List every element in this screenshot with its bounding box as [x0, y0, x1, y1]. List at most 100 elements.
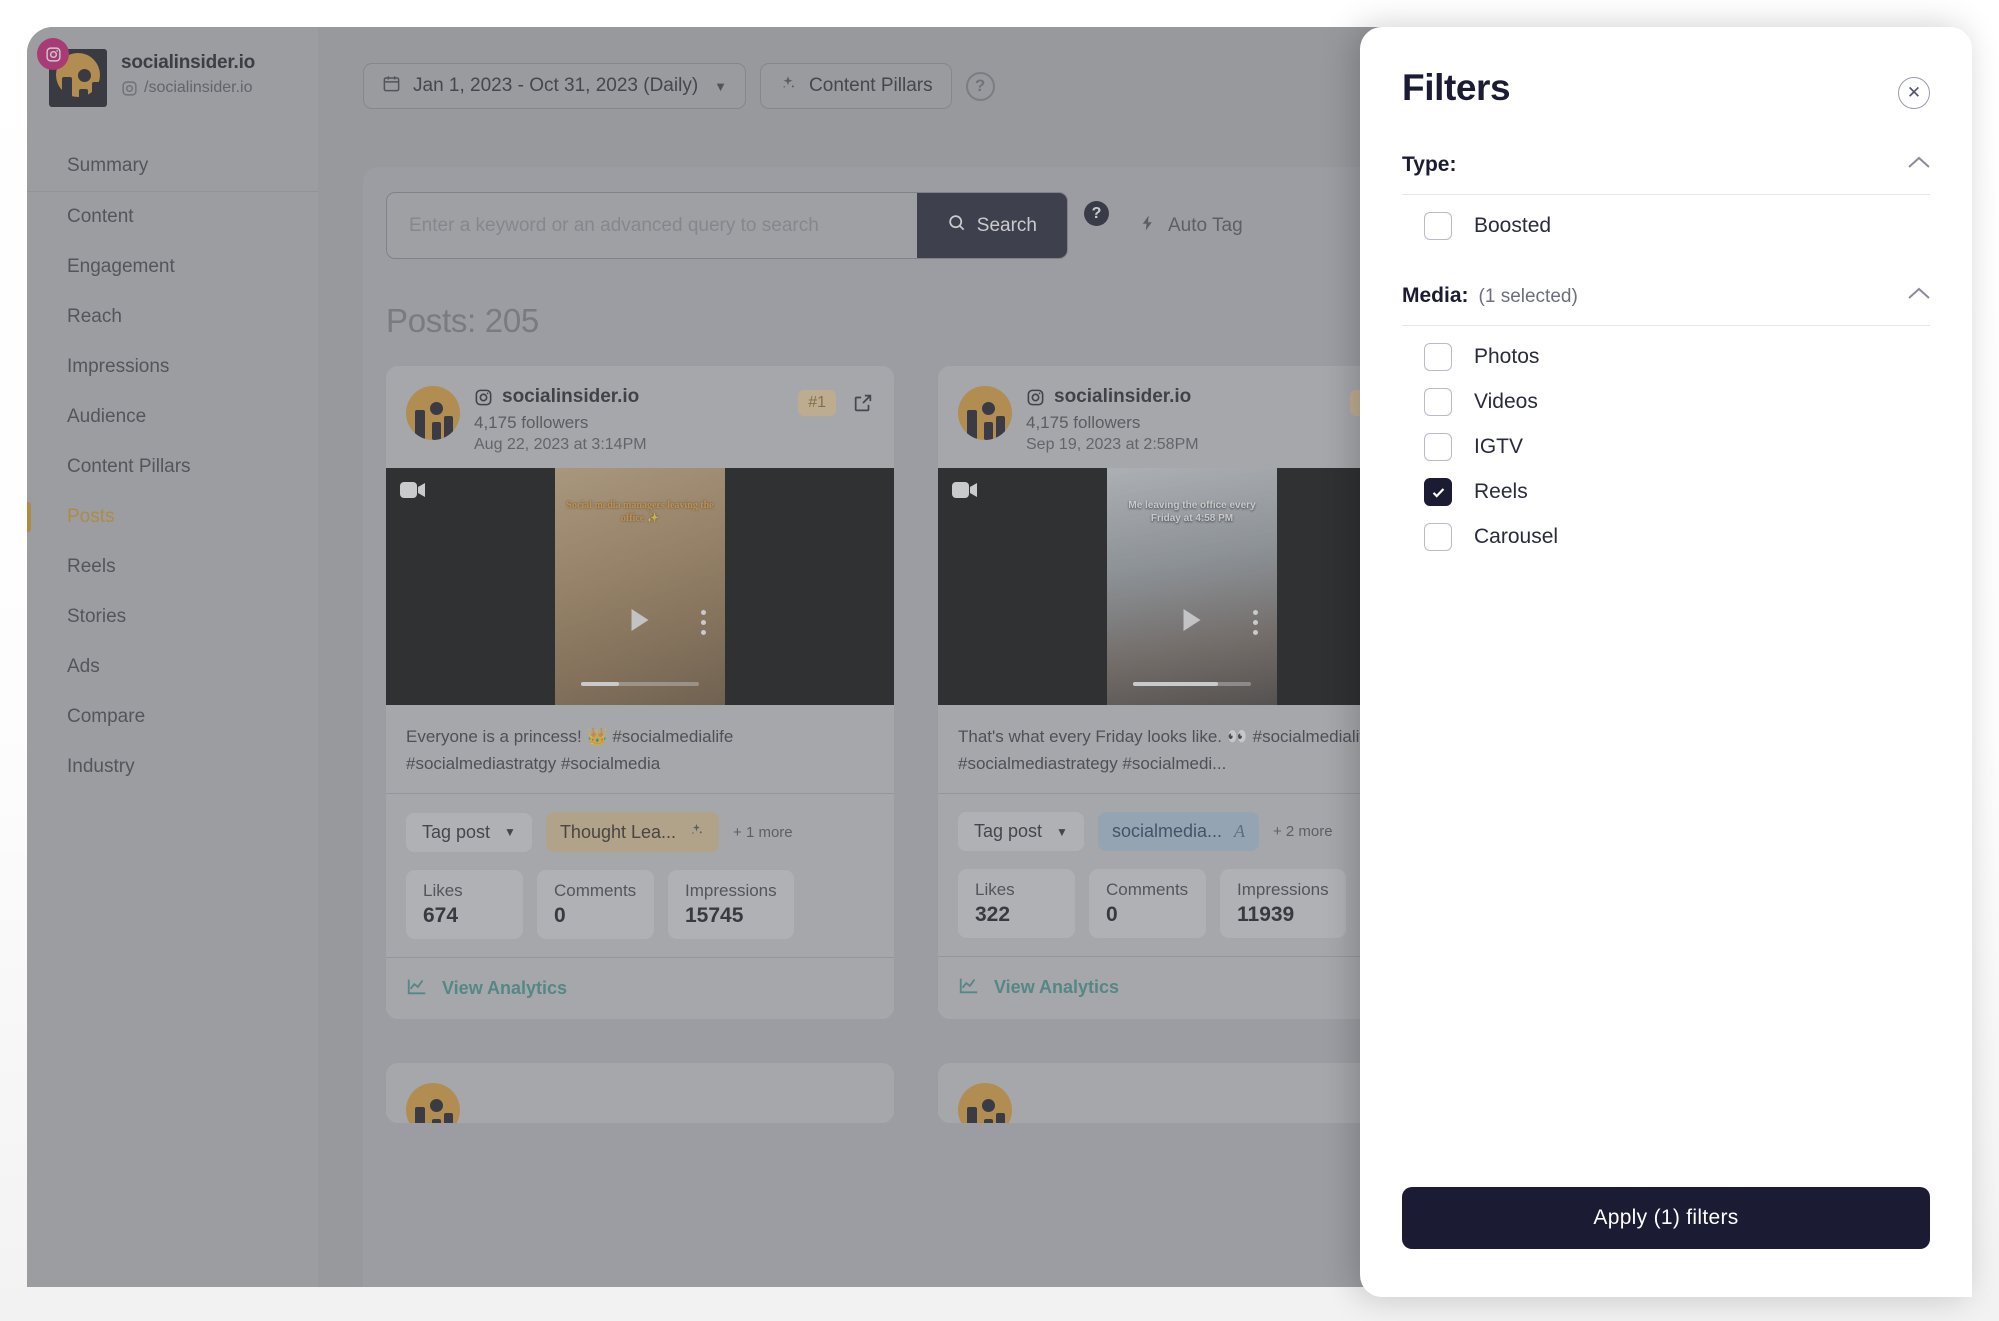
chevron-up-icon[interactable] [1908, 156, 1930, 174]
more-options-icon[interactable] [1253, 610, 1258, 640]
checkbox[interactable] [1424, 478, 1452, 506]
sidebar-item-posts[interactable]: Posts [27, 492, 318, 542]
instagram-icon [475, 389, 492, 405]
filter-section-header[interactable]: Media: (1 selected) [1402, 284, 1930, 326]
sidebar-item-label: Industry [67, 756, 135, 777]
filter-section-header[interactable]: Type: [1402, 153, 1930, 195]
sidebar-item-label: Reels [67, 556, 116, 577]
metric: Impressions 15745 [668, 870, 794, 940]
play-icon[interactable] [1183, 608, 1201, 631]
more-options-icon[interactable] [701, 610, 706, 640]
avatar [406, 1083, 460, 1124]
filter-option-boosted[interactable]: Boosted [1402, 195, 1930, 240]
date-range-picker[interactable]: Jan 1, 2023 - Oct 31, 2023 (Daily) ▼ [363, 63, 747, 109]
checkbox[interactable] [1424, 212, 1452, 240]
sparkle-icon [779, 74, 797, 98]
content-pillars-label: Content Pillars [809, 75, 933, 96]
brand-handle-text: /socialinsider.io [144, 79, 253, 96]
filter-option-reels[interactable]: Reels [1402, 461, 1930, 506]
instagram-icon [1027, 389, 1044, 405]
post-tag-chip[interactable]: Thought Lea... [545, 812, 720, 853]
post-thumbnail[interactable]: Social media managers leaving the office… [386, 468, 894, 705]
post-card[interactable] [386, 1063, 894, 1124]
search-input[interactable] [387, 193, 917, 258]
post-tag-row: Tag post ▼ Thought Lea... + 1 more [386, 794, 894, 870]
view-analytics-label: View Analytics [994, 977, 1120, 998]
help-icon[interactable]: ? [965, 71, 995, 101]
more-tags-label[interactable]: + 2 more [1273, 823, 1333, 840]
search-help-icon[interactable]: ? [1084, 201, 1109, 226]
avatar [406, 386, 460, 440]
sidebar-item-audience[interactable]: Audience [27, 392, 318, 442]
filters-title: Filters [1402, 67, 1511, 108]
filters-header: Filters ✕ [1402, 67, 1930, 109]
video-progress-bar[interactable] [1133, 682, 1251, 686]
filter-option-label: Carousel [1474, 525, 1559, 548]
page-title: Posts: 205 [386, 302, 539, 339]
post-tag-label: socialmedia... [1111, 821, 1222, 842]
sidebar-item-content[interactable]: Content [27, 192, 318, 242]
view-analytics-link[interactable]: View Analytics [386, 957, 894, 1019]
video-progress-bar[interactable] [581, 682, 699, 686]
filter-section-type: Type: Boosted [1402, 153, 1930, 240]
auto-tag-button[interactable]: Auto Tag [1139, 214, 1243, 238]
play-icon[interactable] [631, 608, 649, 631]
sidebar-item-label: Summary [67, 155, 149, 176]
filter-section-media: Media: (1 selected) Photos Videos IGTV Reels C… [1402, 284, 1930, 551]
auto-tag-label: Auto Tag [1168, 214, 1243, 236]
post-date: Sep 19, 2023 at 2:58PM [1026, 436, 1199, 453]
brand-name: socialinsider.io [121, 52, 256, 73]
chevron-up-icon[interactable] [1908, 287, 1930, 305]
sidebar-item-reels[interactable]: Reels [27, 542, 318, 592]
post-author-name: socialinsider.io [502, 386, 640, 407]
external-link-icon[interactable] [852, 392, 874, 419]
sidebar-item-label: Posts [67, 506, 115, 527]
apply-filters-button[interactable]: Apply (1) filters [1402, 1187, 1930, 1249]
metric-label: Impressions [1237, 880, 1329, 900]
sidebar-item-engagement[interactable]: Engagement [27, 242, 318, 292]
tag-post-dropdown[interactable]: Tag post ▼ [406, 812, 532, 852]
sidebar-item-industry[interactable]: Industry [27, 742, 318, 792]
checkbox[interactable] [1424, 343, 1452, 371]
sidebar-item-compare[interactable]: Compare [27, 692, 318, 742]
sidebar-item-stories[interactable]: Stories [27, 592, 318, 642]
close-icon[interactable]: ✕ [1898, 77, 1930, 109]
sidebar-item-content-pillars[interactable]: Content Pillars [27, 442, 318, 492]
filter-option-carousel[interactable]: Carousel [1402, 506, 1930, 551]
search-bar-container: Search ? Auto Tag [363, 167, 1498, 284]
line-chart-icon [958, 974, 980, 1001]
sidebar-item-ads[interactable]: Ads [27, 642, 318, 692]
video-overlay-text: Me leaving the office every Friday at 4:… [1128, 499, 1256, 525]
checkbox[interactable] [1424, 433, 1452, 461]
tag-post-dropdown[interactable]: Tag post ▼ [958, 812, 1084, 852]
filter-option-photos[interactable]: Photos [1402, 326, 1930, 371]
post-card-header: socialinsider.io 4,175 followers Aug 22, 2… [386, 366, 894, 468]
post-card[interactable]: socialinsider.io 4,175 followers Aug 22, 2… [386, 366, 894, 1020]
checkbox[interactable] [1424, 388, 1452, 416]
metric-value: 15745 [685, 904, 744, 928]
filter-option-videos[interactable]: Videos [1402, 371, 1930, 416]
post-date: Aug 22, 2023 at 3:14PM [474, 436, 647, 453]
search-button[interactable]: Search [916, 193, 1067, 258]
sidebar-item-reach[interactable]: Reach [27, 292, 318, 342]
post-tag-chip[interactable]: socialmedia... A [1097, 812, 1259, 852]
sidebar-item-label: Stories [67, 606, 127, 627]
chevron-down-icon: ▼ [1056, 824, 1068, 839]
filter-option-label: Videos [1474, 390, 1538, 413]
metric: Comments 0 [537, 870, 654, 940]
avatar [958, 386, 1012, 440]
filter-option-label: Reels [1474, 480, 1528, 503]
checkbox[interactable] [1424, 523, 1452, 551]
filter-option-igtv[interactable]: IGTV [1402, 416, 1930, 461]
more-tags-label[interactable]: + 1 more [733, 824, 793, 841]
follower-count: 4,175 followers [474, 413, 589, 432]
post-caption: Everyone is a princess! 👑 #socialmediali… [386, 705, 894, 795]
content-pillars-button[interactable]: Content Pillars [760, 63, 952, 109]
sidebar-item-label: Impressions [67, 356, 170, 377]
sidebar-item-label: Engagement [67, 256, 175, 277]
video-overlay-text: Social media managers leaving the office… [566, 499, 714, 525]
video-camera-icon [400, 481, 426, 504]
chevron-down-icon: ▼ [504, 825, 516, 840]
sidebar-item-summary[interactable]: Summary [27, 141, 318, 192]
sidebar-item-impressions[interactable]: Impressions [27, 342, 318, 392]
